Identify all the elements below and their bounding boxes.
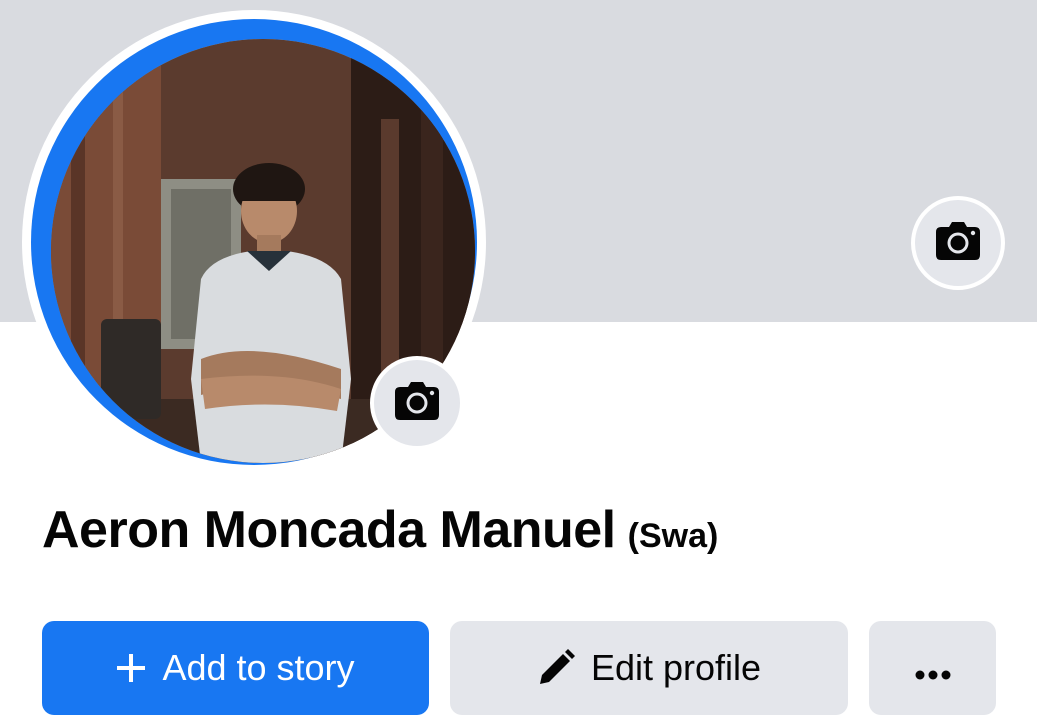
edit-profile-button[interactable]: Edit profile — [450, 621, 848, 715]
profile-name-row: Aeron Moncada Manuel (Swa) — [42, 500, 718, 560]
camera-icon — [394, 381, 440, 426]
edit-profile-label: Edit profile — [590, 647, 762, 688]
pencil-icon — [537, 649, 575, 687]
edit-cover-photo-button[interactable] — [911, 196, 1005, 290]
add-to-story-button[interactable]: Add to story — [42, 621, 429, 715]
plus-icon — [116, 653, 146, 683]
profile-alternate-name: (Swa) — [627, 517, 719, 555]
add-to-story-label: Add to story — [162, 647, 355, 688]
camera-icon — [935, 221, 981, 266]
edit-profile-picture-button[interactable] — [370, 356, 464, 450]
more-options-button[interactable] — [869, 621, 996, 715]
more-dots-icon — [915, 647, 951, 689]
profile-name: Aeron Moncada Manuel — [42, 501, 616, 559]
